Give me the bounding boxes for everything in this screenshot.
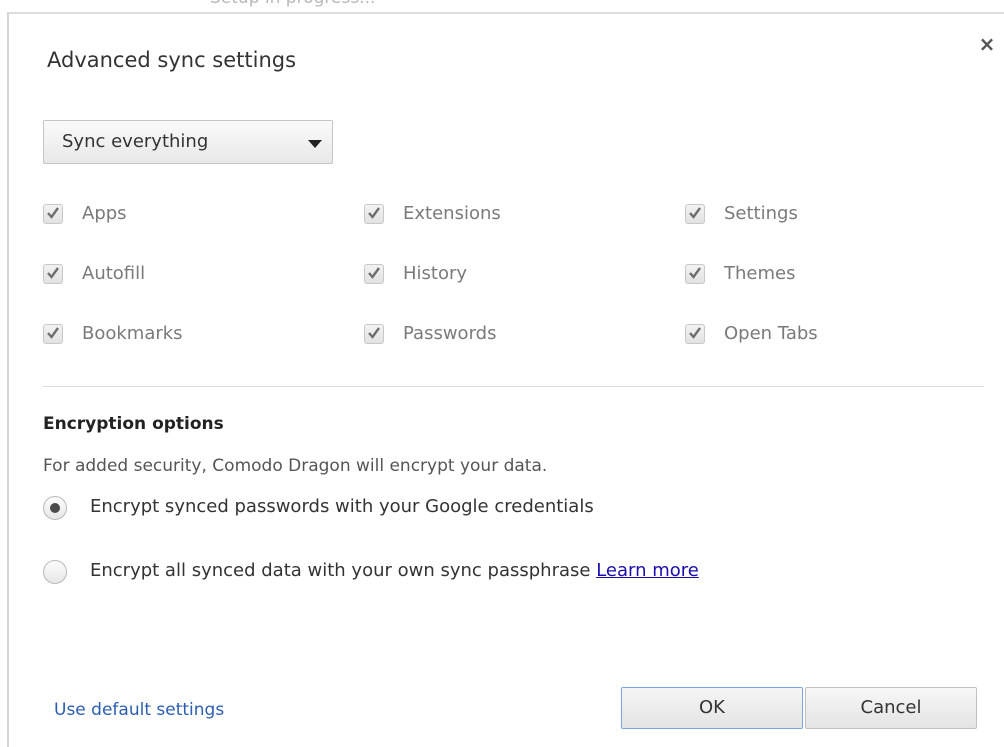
checkbox-label: Bookmarks: [82, 323, 183, 344]
advanced-sync-settings-dialog: Advanced sync settings × Sync everything…: [7, 12, 1004, 747]
checkbox-icon: [685, 204, 705, 224]
checkbox-label: Autofill: [82, 263, 146, 284]
checkbox-label: Settings: [724, 203, 798, 224]
dialog-title: Advanced sync settings: [47, 48, 297, 72]
checkbox-label: Open Tabs: [724, 323, 818, 344]
sync-mode-dropdown[interactable]: Sync everything: [43, 120, 333, 164]
use-default-settings-link[interactable]: Use default settings: [54, 700, 224, 720]
radio-dot: [50, 503, 60, 513]
checkbox-icon: [364, 264, 384, 284]
checkbox-label: History: [403, 263, 468, 284]
cancel-button[interactable]: Cancel: [805, 687, 977, 729]
radio-button-icon: [43, 560, 67, 584]
checkbox-label: Extensions: [403, 203, 501, 224]
background-status-text: Setup in progress...: [210, 0, 375, 8]
encryption-description: For added security, Comodo Dragon will e…: [43, 456, 548, 476]
checkbox-icon: [364, 204, 384, 224]
checkbox-label: Apps: [82, 203, 127, 224]
chevron-down-icon: [308, 140, 322, 148]
checkbox-icon: [43, 324, 63, 344]
learn-more-link[interactable]: Learn more: [596, 560, 699, 581]
section-divider: [43, 386, 984, 387]
checkbox-icon: [685, 264, 705, 284]
radio-label: Encrypt all synced data with your own sy…: [90, 560, 699, 581]
checkbox-icon: [685, 324, 705, 344]
radio-label: Encrypt synced passwords with your Googl…: [90, 496, 594, 517]
encryption-heading: Encryption options: [43, 414, 224, 434]
radio-label-text: Encrypt all synced data with your own sy…: [90, 560, 591, 581]
checkbox-label: Passwords: [403, 323, 497, 344]
checkbox-icon: [364, 324, 384, 344]
background-window-strip: Setup in progress...: [0, 0, 1004, 12]
ok-button[interactable]: OK: [621, 687, 803, 729]
checkbox-label: Themes: [724, 263, 796, 284]
close-button[interactable]: ×: [977, 34, 997, 54]
checkbox-icon: [43, 204, 63, 224]
radio-button-selected-icon: [43, 496, 67, 520]
checkbox-icon: [43, 264, 63, 284]
sync-mode-selected-value: Sync everything: [62, 131, 209, 152]
